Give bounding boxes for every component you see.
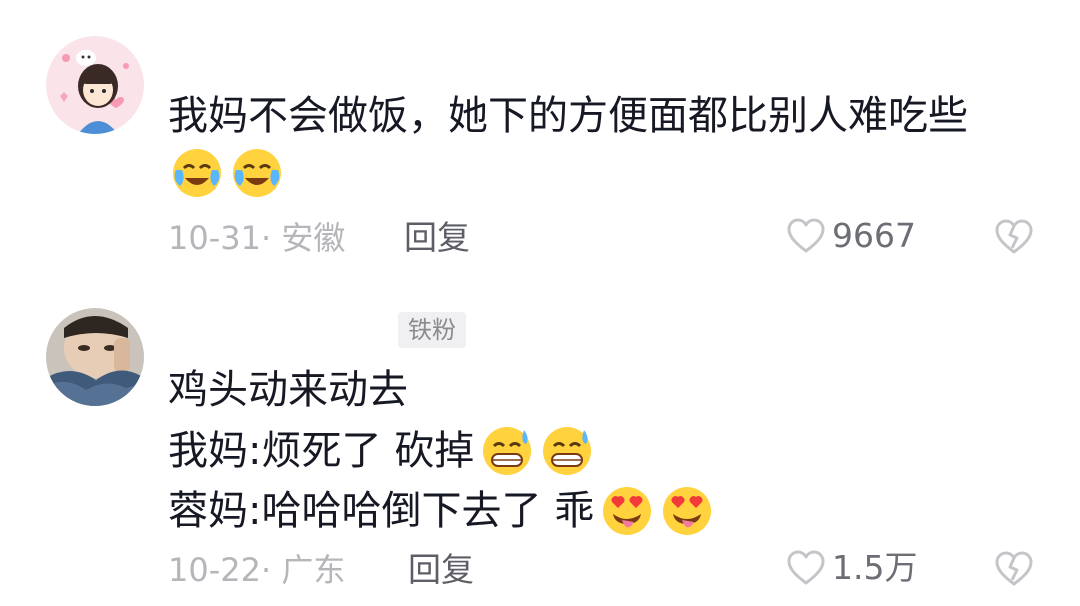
avatar[interactable]: [46, 36, 144, 134]
comment-text-line-1: 我妈不会做饭，她下的方便面都比别人难吃些: [168, 92, 968, 140]
grinning-sweat-emoji-icon: [540, 424, 594, 478]
comment-meta: 10-22· 广东: [168, 551, 346, 589]
comment-text-line-1: 鸡头动来动去: [168, 366, 408, 414]
crying-laughing-emoji-icon: [170, 146, 224, 200]
reply-button[interactable]: 回复: [408, 550, 474, 590]
like-button[interactable]: 1.5万: [786, 548, 917, 588]
heart-outline-icon: [787, 218, 825, 253]
comment-2: 铁粉 鸡头动来动去 我妈:烦死了 砍掉 蓉妈:哈哈哈倒下去了 乖 10-22· …: [0, 290, 1080, 606]
fan-badge: 铁粉: [398, 312, 466, 348]
comment-emoji-line: [164, 146, 284, 200]
comment-text: 鸡头动来动去: [168, 367, 408, 413]
comment-meta: 10-31· 安徽: [168, 219, 346, 257]
dislike-button[interactable]: [994, 218, 1034, 260]
heart-eyes-tongue-emoji-icon: [660, 484, 714, 538]
comment-text-line-2: 我妈:烦死了 砍掉: [168, 424, 594, 478]
crying-laughing-emoji-icon: [230, 146, 284, 200]
heart-outline-icon: [787, 550, 825, 585]
avatar[interactable]: [46, 308, 144, 406]
comment-text: 我妈:烦死了 砍掉: [168, 428, 475, 474]
heart-eyes-tongue-emoji-icon: [600, 484, 654, 538]
reply-button[interactable]: 回复: [404, 218, 470, 258]
avatar-photo-icon: [46, 308, 144, 406]
broken-heart-icon: [995, 551, 1033, 586]
like-button[interactable]: 9667: [786, 216, 916, 256]
broken-heart-icon: [995, 219, 1033, 254]
dislike-button[interactable]: [994, 550, 1034, 592]
comment-text-line-3: 蓉妈:哈哈哈倒下去了 乖: [168, 484, 714, 538]
comment-text: 我妈不会做饭，她下的方便面都比别人难吃些: [168, 93, 968, 139]
comment-text: 蓉妈:哈哈哈倒下去了 乖: [168, 488, 595, 534]
grinning-sweat-emoji-icon: [480, 424, 534, 478]
avatar-girl-illustration-icon: [46, 36, 144, 134]
like-count: 1.5万: [832, 548, 918, 587]
comment-1: 我妈不会做饭，她下的方便面都比别人难吃些 10-31· 安徽 回复 9667: [0, 0, 1080, 290]
like-count: 9667: [832, 216, 916, 255]
